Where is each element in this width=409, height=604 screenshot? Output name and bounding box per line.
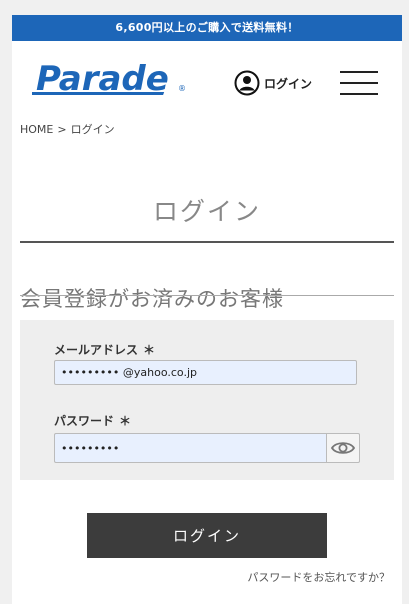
email-field[interactable] [54, 360, 357, 385]
forgot-password-link[interactable]: パスワードをお忘れですか？ [247, 569, 390, 585]
email-label-text: メールアドレス [54, 343, 139, 357]
required-mark: ＊ [119, 414, 132, 428]
parade-logo[interactable]: Parade ® [21, 54, 188, 102]
promo-text: 6,600円以上のご購入で送料無料！ [115, 21, 299, 34]
title-divider [20, 241, 394, 243]
hamburger-menu-icon[interactable] [340, 69, 378, 97]
password-field-group [54, 433, 360, 463]
login-form: メールアドレス ＊ パスワード ＊ [20, 320, 394, 480]
section-title: 会員登録がお済みのお客様 [20, 287, 284, 312]
password-label-text: パスワード [54, 414, 115, 428]
header-login-link[interactable]: ログイン [234, 69, 312, 97]
breadcrumb: HOME > ログイン [20, 121, 115, 137]
header-login-label: ログイン [264, 76, 313, 91]
page: 6,600円以上のご購入で送料無料！ Parade ® ログイン HOME > ログ… [12, 15, 402, 604]
promo-banner: 6,600円以上のご購入で送料無料！ [12, 15, 402, 41]
site-header: Parade ® ログイン [12, 41, 402, 113]
breadcrumb-separator: > [57, 123, 67, 136]
page-title: ログイン [152, 196, 261, 226]
logo-graphic: Parade ® [21, 59, 186, 99]
email-label: メールアドレス ＊ [54, 341, 155, 358]
password-label: パスワード ＊ [54, 412, 131, 429]
section-divider [20, 295, 394, 296]
eye-icon [331, 442, 355, 454]
logo-registered-mark: ® [178, 84, 186, 93]
user-circle-icon [234, 70, 260, 96]
breadcrumb-home-link[interactable]: HOME [20, 123, 53, 136]
breadcrumb-current: ログイン [70, 123, 115, 136]
show-password-toggle[interactable] [326, 433, 360, 463]
password-field[interactable] [54, 433, 326, 463]
required-mark: ＊ [143, 343, 156, 357]
login-button[interactable]: ログイン [87, 513, 327, 558]
